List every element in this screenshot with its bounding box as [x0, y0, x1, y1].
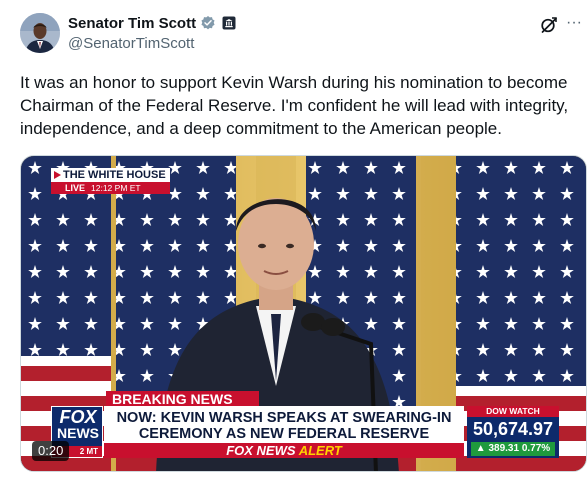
video-player[interactable]: THE WHITE HOUSE LIVE 12:12 PM ET BREAKIN…: [20, 155, 587, 472]
tweet-header: Senator Tim Scott @SenatorTimScott ···: [0, 0, 587, 70]
author-display-name[interactable]: Senator Tim Scott: [68, 15, 196, 32]
alert-bar: FOX NEWS ALERT: [104, 443, 464, 458]
headline-line-1: NOW: KEVIN WARSH SPEAKS AT SWEARING-IN: [116, 410, 452, 426]
dow-watch-box: DOW WATCH 50,674.97 ▲ 389.31 0.77%: [467, 406, 559, 458]
verified-badge-icon[interactable]: [200, 15, 216, 31]
dow-label: DOW WATCH: [467, 406, 559, 417]
more-options-icon[interactable]: ···: [566, 14, 582, 32]
location-chyron: THE WHITE HOUSE LIVE 12:12 PM ET: [51, 168, 170, 195]
avatar-image: [20, 13, 60, 53]
government-badge-icon[interactable]: [222, 16, 236, 30]
logo-bottom-text: NEWS: [57, 425, 99, 441]
logo-top-text: FOX: [59, 407, 97, 427]
live-label: LIVE: [65, 183, 86, 193]
author-handle[interactable]: @SenatorTimScott: [68, 35, 236, 52]
grok-icon[interactable]: [540, 16, 558, 34]
live-time: 12:12 PM ET: [91, 183, 141, 193]
headline-box: NOW: KEVIN WARSH SPEAKS AT SWEARING-IN C…: [104, 406, 464, 458]
dow-value: 50,674.97: [472, 419, 554, 439]
alert-prefix: FOX NEWS: [226, 443, 296, 458]
dow-change: ▲ 389.31 0.77%: [471, 442, 555, 456]
live-strip: LIVE 12:12 PM ET: [51, 182, 170, 194]
name-row: Senator Tim Scott: [68, 13, 236, 33]
location-label: THE WHITE HOUSE: [51, 168, 170, 182]
tweet-text: It was an honor to support Kevin Warsh d…: [20, 73, 569, 138]
video-timestamp: 0:20: [32, 441, 70, 461]
author-names: Senator Tim Scott @SenatorTimScott: [68, 13, 236, 52]
alert-word: ALERT: [298, 443, 342, 458]
author-avatar[interactable]: [20, 13, 60, 53]
